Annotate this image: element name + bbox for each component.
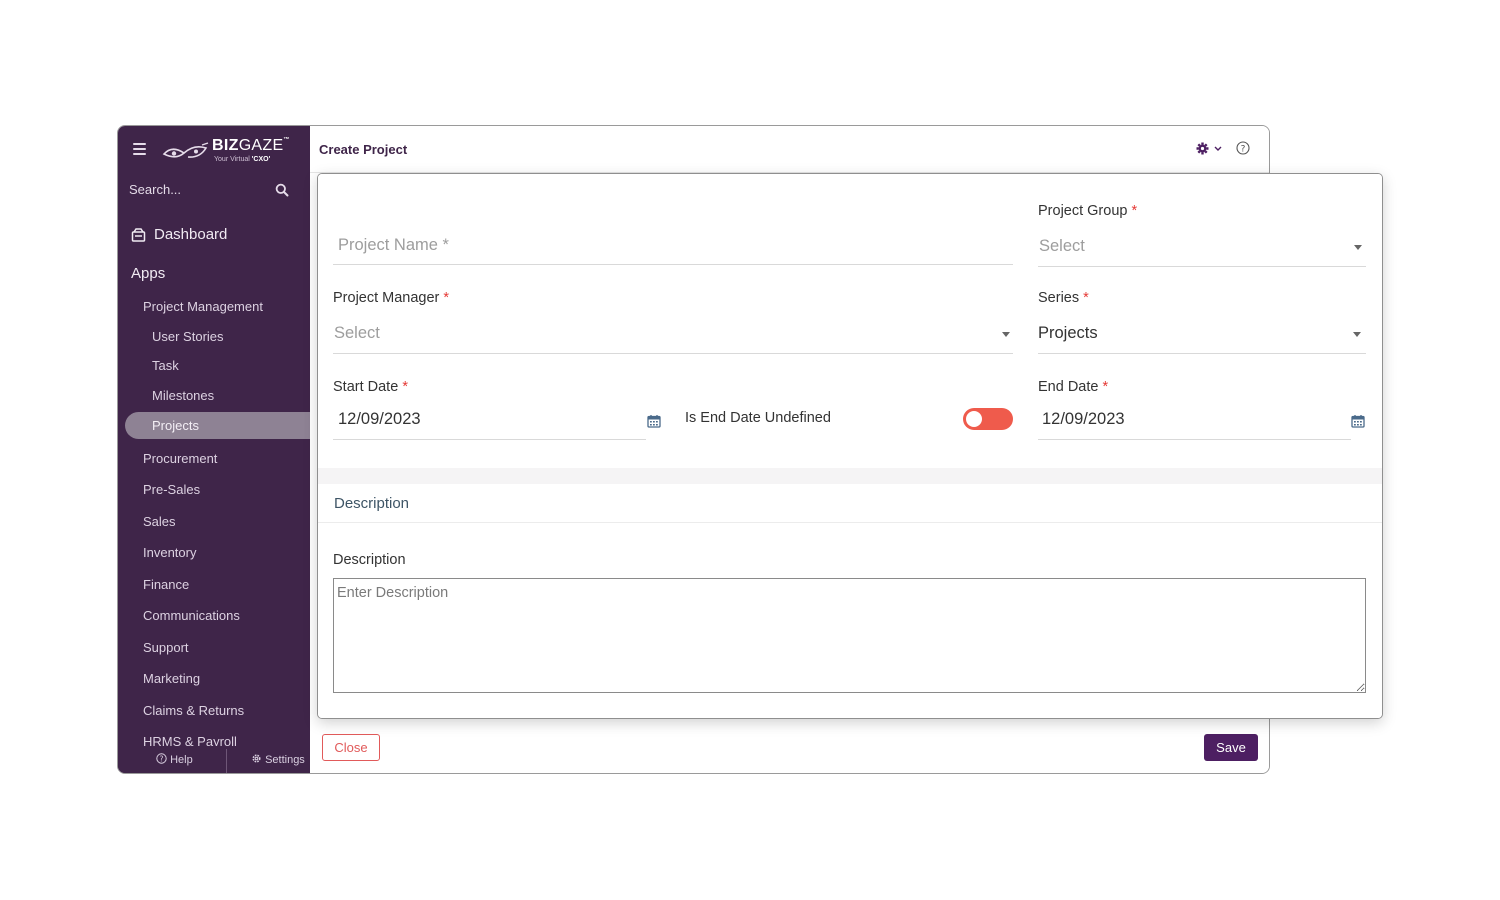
description-textarea[interactable] (333, 578, 1366, 693)
project-group-select[interactable]: Select (1039, 237, 1085, 256)
apps-heading: Apps (131, 265, 166, 282)
page-title: Create Project (319, 142, 408, 157)
sidebar-item-pre-sales[interactable]: Pre-Sales (143, 482, 200, 497)
brand-logo[interactable]: BIZGAZE™ Your Virtual 'CXO' (162, 136, 297, 166)
sidebar-item-inventory[interactable]: Inventory (143, 545, 196, 560)
calendar-icon[interactable] (647, 414, 661, 428)
search-input[interactable] (129, 182, 264, 197)
description-label: Description (333, 552, 406, 568)
end-date-undefined-toggle[interactable] (963, 408, 1013, 430)
page-header: Create Project ? (310, 126, 1269, 173)
project-manager-select[interactable]: Select (334, 324, 380, 343)
end-date-undefined-label: Is End Date Undefined (685, 410, 831, 426)
brand-tagline: Your Virtual 'CXO' (214, 156, 271, 163)
sidebar-item-sales[interactable]: Sales (143, 514, 176, 529)
toggle-knob (966, 411, 982, 427)
series-label: Series * (1038, 290, 1089, 306)
caret-down-icon[interactable] (1353, 332, 1361, 337)
hamburger-menu-icon[interactable] (133, 143, 146, 155)
create-project-form: Project Name * Project Group * Select Pr… (317, 173, 1383, 719)
sidebar-item-procurement[interactable]: Procurement (143, 451, 217, 466)
sidebar-item-dashboard[interactable]: Dashboard (131, 226, 227, 243)
project-name-input[interactable]: Project Name * (338, 236, 449, 255)
sidebar-item-claims-returns[interactable]: Claims & Returns (143, 703, 244, 718)
project-details-card: Project Name * Project Group * Select Pr… (318, 174, 1382, 468)
sidebar-item-communications[interactable]: Communications (143, 608, 240, 623)
end-date-input[interactable]: 12/09/2023 (1042, 410, 1125, 429)
sidebar-search (129, 181, 289, 201)
help-link[interactable]: ? Help (156, 753, 193, 766)
project-manager-underline (333, 353, 1013, 354)
sidebar-header: BIZGAZE™ Your Virtual 'CXO' (118, 126, 310, 174)
svg-text:?: ? (160, 754, 164, 763)
brand-mark-icon (162, 142, 209, 158)
description-section-title: Description (334, 495, 410, 512)
start-date-label: Start Date * (333, 379, 408, 395)
sidebar-footer: ? Help Settings (118, 746, 310, 773)
help-label: Help (170, 754, 193, 766)
footer-divider (226, 749, 227, 773)
sidebar: BIZGAZE™ Your Virtual 'CXO' Dashboard Ap… (118, 126, 315, 773)
caret-down-icon[interactable] (1354, 245, 1362, 250)
end-date-underline (1038, 439, 1351, 440)
help-icon: ? (156, 753, 167, 764)
sidebar-item-support[interactable]: Support (143, 640, 189, 655)
series-select[interactable]: Projects (1038, 324, 1098, 343)
search-icon[interactable] (275, 183, 289, 197)
svg-text:?: ? (1241, 144, 1246, 154)
series-underline (1038, 353, 1366, 354)
chevron-down-icon (1214, 146, 1222, 151)
save-button[interactable]: Save (1204, 734, 1258, 761)
sidebar-item-project-management[interactable]: Project Management (143, 299, 263, 314)
close-button[interactable]: Close (322, 734, 380, 761)
end-date-label: End Date * (1038, 379, 1109, 395)
sidebar-item-user-stories[interactable]: User Stories (152, 329, 224, 344)
sidebar-item-milestones[interactable]: Milestones (152, 388, 214, 403)
project-group-underline (1038, 266, 1366, 267)
brand-wordmark: BIZGAZE™ (212, 137, 290, 154)
caret-down-icon[interactable] (1002, 332, 1010, 337)
dashboard-icon (131, 227, 146, 242)
settings-link[interactable]: Settings (251, 753, 305, 766)
description-card: Description Description (318, 484, 1382, 718)
gear-icon (1196, 142, 1209, 155)
sidebar-item-finance[interactable]: Finance (143, 577, 189, 592)
sidebar-item-label: Dashboard (154, 226, 228, 243)
start-date-input[interactable]: 12/09/2023 (338, 410, 421, 429)
start-date-underline (333, 439, 646, 440)
calendar-icon[interactable] (1351, 414, 1365, 428)
description-section-header[interactable]: Description (318, 484, 1382, 523)
settings-gear-icon (252, 754, 261, 763)
form-footer: Close Save (310, 723, 1269, 773)
sidebar-item-marketing[interactable]: Marketing (143, 671, 200, 686)
project-group-label: Project Group * (1038, 203, 1138, 219)
sidebar-item-task[interactable]: Task (152, 358, 179, 373)
project-name-underline (333, 264, 1013, 265)
sidebar-item-projects[interactable]: Projects (152, 418, 199, 433)
project-manager-label: Project Manager * (333, 290, 450, 306)
settings-label: Settings (265, 754, 305, 766)
question-circle-icon[interactable]: ? (1236, 141, 1250, 155)
settings-dropdown[interactable] (1196, 142, 1223, 155)
